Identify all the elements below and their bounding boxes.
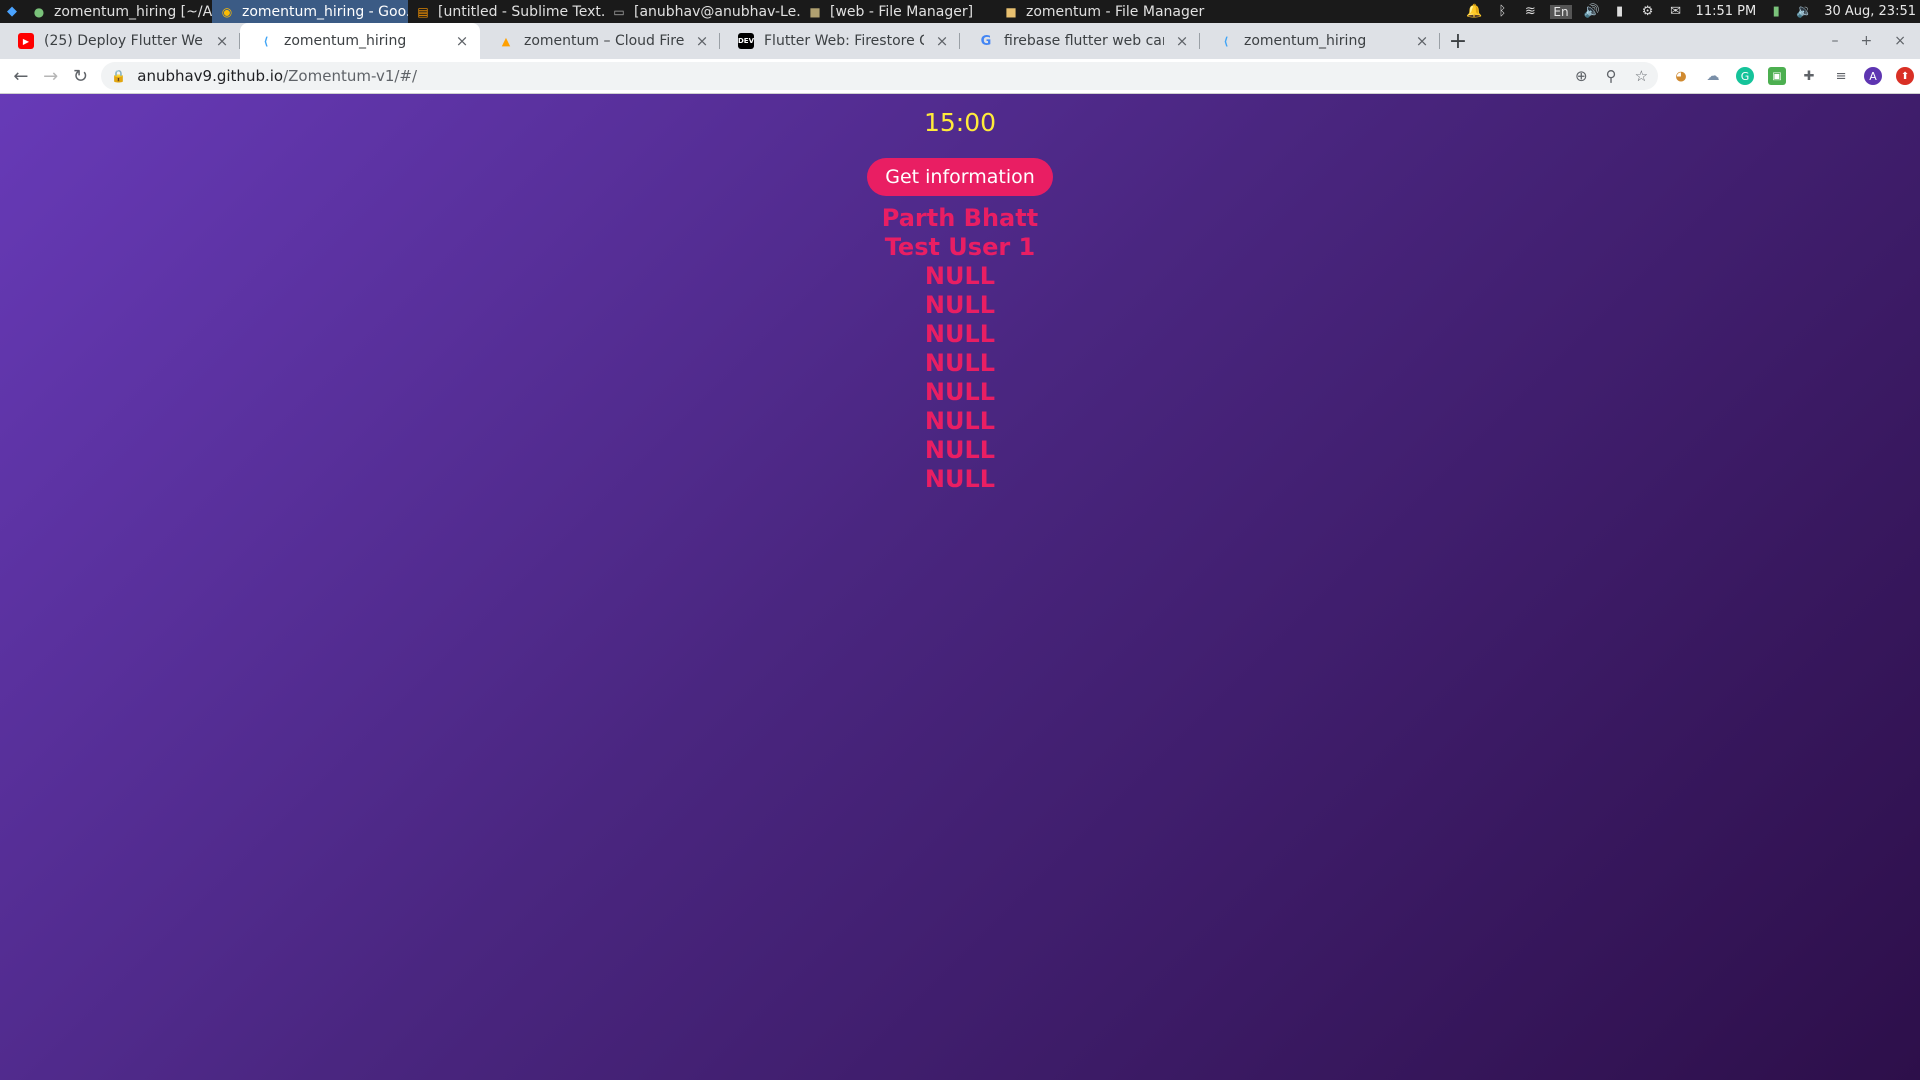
taskbar-task-chrome[interactable]: ◉ zomentum_hiring - Goo... [212, 0, 408, 23]
tab-title: zomentum – Cloud Firestor [524, 33, 684, 49]
chrome-icon: ◉ [221, 4, 233, 19]
list-item: NULL [924, 349, 996, 377]
taskbar-task-sublime[interactable]: ▤ [untitled - Sublime Text... [408, 0, 604, 23]
tray-clock[interactable]: 11:51 PM [1696, 4, 1757, 19]
extensions-area: ◕ ☁ G ▣ ✚ ≡ A ⬆ [1672, 67, 1915, 85]
browser-tab[interactable]: ▲ zomentum – Cloud Firestor × [480, 23, 720, 59]
list-item: NULL [924, 436, 996, 464]
taskbar-task-file-manager-web[interactable]: ■ [web - File Manager] [800, 0, 996, 23]
maximize-icon[interactable]: + [1861, 33, 1873, 49]
volume-icon[interactable]: 🔊 [1583, 4, 1599, 20]
reading-list-icon[interactable]: ≡ [1832, 67, 1850, 85]
firebase-icon: ▲ [501, 34, 511, 48]
taskbar-task-label: zomentum - File Manager [1026, 3, 1205, 20]
keyboard-language-indicator[interactable]: En [1550, 4, 1572, 19]
list-item: NULL [924, 407, 996, 435]
taskbar-task-label: [web - File Manager] [830, 3, 974, 20]
taskbar-task-android-studio[interactable]: ● zomentum_hiring [~/A... [24, 0, 212, 23]
list-item: NULL [924, 378, 996, 406]
minimize-icon[interactable]: – [1832, 33, 1839, 49]
url-path: /Zomentum-v1/#/ [283, 67, 418, 85]
settings-gear-icon[interactable]: ⚙ [1640, 4, 1656, 20]
extension-icon[interactable]: ☁ [1704, 67, 1722, 85]
mail-icon[interactable]: ✉ [1668, 4, 1684, 20]
start-menu-icon[interactable]: ◆ [0, 0, 24, 23]
omnibox-actions: ⊕ ⚲ ☆ [1575, 67, 1648, 85]
taskbar-task-label: [anubhav@anubhav-Le... [634, 3, 800, 20]
list-item: NULL [924, 291, 996, 319]
profile-avatar[interactable]: A [1864, 67, 1883, 85]
reload-icon[interactable]: ↻ [66, 61, 96, 91]
flutter-icon: ⟨ [263, 34, 269, 48]
countdown-timer: 15:00 [923, 108, 997, 137]
lock-icon[interactable]: 🔒 [111, 69, 127, 83]
close-icon[interactable]: × [694, 32, 710, 50]
close-icon[interactable]: × [1414, 32, 1430, 50]
grammarly-icon[interactable]: G [1736, 67, 1755, 85]
back-arrow-icon[interactable]: ← [6, 61, 36, 91]
save-extension-icon[interactable]: ▣ [1768, 67, 1787, 85]
taskbar-task-label: zomentum_hiring [~/A... [54, 3, 212, 20]
browser-tab-active[interactable]: ⟨ zomentum_hiring × [240, 23, 480, 59]
url-host: anubhav9.github.io [137, 67, 284, 85]
puzzle-extensions-icon[interactable]: ✚ [1800, 67, 1818, 85]
system-tray: 🔔 ᛒ ≋ En 🔊 ▮ ⚙ ✉ 11:51 PM ▮ 🔉 30 Aug, 23… [1466, 4, 1920, 20]
cookie-extension-icon[interactable]: ◕ [1672, 67, 1690, 85]
taskbar-task-label: zomentum_hiring - Goo... [242, 3, 408, 20]
sublime-icon: ▤ [417, 4, 429, 19]
browser-tab[interactable]: DEV Flutter Web: Firestore CRU × [720, 23, 960, 59]
os-taskbar: ◆ ● zomentum_hiring [~/A... ◉ zomentum_h… [0, 0, 1920, 23]
android-studio-icon: ● [33, 4, 45, 19]
google-icon: G [980, 33, 992, 49]
list-item: NULL [924, 465, 996, 493]
tab-title: firebase flutter web cannot [1004, 33, 1164, 49]
list-item: NULL [924, 262, 996, 290]
tab-title: (25) Deploy Flutter Web on [44, 33, 204, 49]
browser-tab[interactable]: ▶ (25) Deploy Flutter Web on × [0, 23, 240, 59]
close-icon[interactable]: × [454, 32, 470, 50]
terminal-icon: ▭ [613, 4, 625, 19]
address-bar[interactable]: 🔒 anubhav9.github.io/Zomentum-v1/#/ ⊕ ⚲ … [101, 62, 1659, 90]
new-tab-button[interactable]: + [1440, 23, 1476, 59]
bluetooth-icon[interactable]: ᛒ [1494, 4, 1510, 20]
bookmark-star-icon[interactable]: ☆ [1635, 67, 1648, 85]
list-item: NULL [924, 320, 996, 348]
list-item: Parth Bhatt [881, 204, 1039, 232]
taskbar-task-label: [untitled - Sublime Text... [438, 3, 604, 20]
tab-title: Flutter Web: Firestore CRU [764, 33, 924, 49]
close-icon[interactable]: × [934, 32, 950, 50]
taskbar-task-terminal[interactable]: ▭ [anubhav@anubhav-Le... [604, 0, 800, 23]
tab-title: zomentum_hiring [1244, 33, 1367, 49]
flutter-icon: ⟨ [1223, 34, 1229, 48]
wifi-icon[interactable]: ≋ [1522, 4, 1538, 20]
battery-charging-icon[interactable]: ▮ [1768, 4, 1784, 20]
notification-bell-icon[interactable]: 🔔 [1466, 4, 1482, 20]
zoom-icon[interactable]: ⚲ [1606, 67, 1617, 85]
get-information-button[interactable]: Get information [867, 158, 1053, 196]
browser-tab-strip: ▶ (25) Deploy Flutter Web on × ⟨ zomentu… [0, 23, 1920, 59]
speaker-icon[interactable]: 🔉 [1796, 4, 1812, 20]
install-app-icon[interactable]: ⊕ [1575, 67, 1588, 85]
dev-icon: DEV [738, 33, 754, 49]
browser-toolbar: ← → ↻ 🔒 anubhav9.github.io/Zomentum-v1/#… [0, 59, 1920, 94]
list-item: Test User 1 [884, 233, 1036, 261]
folder-icon: ■ [809, 4, 821, 19]
results-list: Parth Bhatt Test User 1 NULL NULL NULL N… [882, 204, 1038, 494]
tab-title: zomentum_hiring [284, 33, 407, 49]
battery-icon[interactable]: ▮ [1612, 4, 1628, 20]
update-alert-icon[interactable]: ⬆ [1896, 67, 1915, 85]
app-page: 15:00 Get information Parth Bhatt Test U… [0, 94, 1920, 1080]
close-window-icon[interactable]: × [1894, 33, 1906, 49]
close-icon[interactable]: × [214, 32, 230, 50]
forward-arrow-icon[interactable]: → [36, 61, 66, 91]
window-controls: – + × [1832, 23, 1920, 59]
browser-tab[interactable]: G firebase flutter web cannot × [960, 23, 1200, 59]
close-icon[interactable]: × [1174, 32, 1190, 50]
folder-icon: ■ [1005, 4, 1017, 19]
youtube-icon: ▶ [18, 33, 34, 49]
browser-tab[interactable]: ⟨ zomentum_hiring × [1200, 23, 1440, 59]
taskbar-task-file-manager-zomentum[interactable]: ■ zomentum - File Manager [996, 0, 1206, 23]
tray-datetime[interactable]: 30 Aug, 23:51 [1824, 4, 1916, 19]
